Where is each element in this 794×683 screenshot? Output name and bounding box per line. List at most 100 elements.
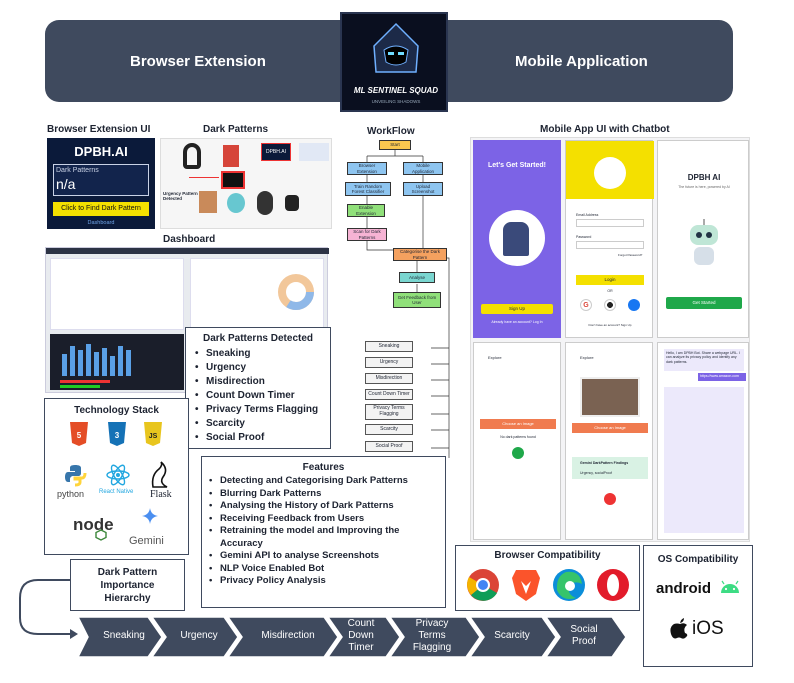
dashboard-topbar [46,248,329,254]
detected-item: Urgency [192,361,330,375]
detected-item: Privacy Terms Flagging [192,403,330,417]
workflow-diagram: Start Browser Extension Mobile Applicati… [337,138,455,474]
dashboard-heading: Dashboard [163,234,216,245]
ios-label: iOS [692,618,724,639]
bot-message: Hello, I am DPBH Bot. Share a webpage UR… [664,349,744,371]
hierarchy-step: Urgency [180,630,218,641]
field-label: Dark Patterns [56,167,99,174]
mic-button-2[interactable] [604,493,616,505]
wf-categorise: Categorise the Dark Pattern [393,248,447,261]
choose-image-button[interactable]: Choose an Image [480,419,556,429]
signup-link[interactable]: Don't have an account? Sign Up [566,323,654,327]
choose-image-button-2[interactable]: Choose an Image [572,423,648,433]
hierarchy-step: Sneaking [103,630,145,641]
apple-icon[interactable] [604,299,616,311]
team-logo: ML SENTINEL SQUAD UNVEILING SHADOWS [340,12,448,112]
headphones-image [183,143,201,169]
login-button[interactable]: Login [576,275,644,285]
os-compat-box: OS Compatibility android iOS [643,545,753,667]
extension-popup: DPBH.AI Dark Patterns n/a Click to Find … [47,138,155,229]
browser-extension-heading: Browser Extension [130,53,266,70]
dark-patterns-heading: Dark Patterns [203,124,269,135]
dashboard-link[interactable]: Dashboard [47,220,155,226]
chrome-icon [467,569,499,601]
legend-green [60,385,100,388]
svg-text:3: 3 [115,431,120,440]
html5-icon: 5 [70,422,88,446]
react-native-icon [106,464,130,486]
opera-icon [597,569,629,601]
facebook-icon[interactable] [628,299,640,311]
app-title: DPBH AI [687,173,721,182]
detected-item: Social Proof [192,431,330,445]
features-box: Features Detecting and Categorising Dark… [201,456,446,608]
gemini-label: Gemini [129,535,164,547]
wf-output: Sneaking [365,341,413,352]
login-link[interactable]: Already have an account? Log In [473,320,561,324]
forgot-link[interactable]: Forgot Password? [618,253,642,257]
feature-item: Privacy Policy Analysis [206,575,441,588]
password-input[interactable] [576,241,644,249]
svg-text:5: 5 [77,431,82,440]
highlighted-pattern [221,171,245,189]
flask-label: Flask [150,489,172,500]
react-native-label: React Native [99,489,134,495]
css3-icon: 3 [108,422,126,446]
python-icon [65,465,87,487]
ext-ui-heading: Browser Extension UI [47,124,151,135]
browser-compat-box: Browser Compatibility [455,545,640,611]
bar-chart [62,344,131,376]
popup-logo: DPBH.AI [261,143,291,161]
password-label: Password [576,235,592,239]
logo-subtitle: UNVEILING SHADOWS [371,99,421,104]
email-input[interactable] [576,219,644,227]
signup-button[interactable]: Sign Up [481,304,553,314]
mobile-screens: Let's Get Started! Sign Up Already have … [470,137,750,542]
urgency-callout: Urgency Pattern Detected [163,191,198,202]
detected-list: Sneaking Urgency Misdirection Count Down… [192,347,330,445]
google-icon[interactable]: G [580,299,592,311]
legend-red [60,380,110,383]
signup-screen: Let's Get Started! Sign Up Already have … [473,140,561,338]
login-screen: Email Address Password Forgot Password? … [565,140,654,338]
get-started-button[interactable]: Get Started [666,297,742,309]
explore-title-2: Explore [580,355,594,360]
python-label: python [57,489,85,499]
tech-stack-heading: Technology Stack [74,405,159,416]
findings-title: Gemini DarkPattern Findings [580,461,629,465]
mobile-ui-heading: Mobile App UI with Chatbot [540,124,670,135]
detected-item: Scarcity [192,417,330,431]
detected-item: Sneaking [192,347,330,361]
or-divider: OR [607,289,613,293]
chatbot-welcome-screen: DPBH AI The future is here, powered by A… [657,140,749,338]
detected-item: Count Down Timer [192,389,330,403]
hierarchy-step: Social Proof [570,624,598,647]
find-dark-pattern-button[interactable]: Click to Find Dark Pattern [53,202,149,216]
logo-title: ML SENTINEL SQUAD [353,86,439,95]
dark-patterns-screenshot: Urgency Pattern Detected DPBH.AI [160,138,332,229]
wf-analyse: Analyse [399,272,435,283]
edge-icon [553,569,585,601]
no-patterns-text: No dark patterns found [500,435,536,439]
email-label: Email Address [576,213,599,217]
svg-text:JS: JS [149,433,158,440]
mic-button[interactable] [512,447,524,459]
extension-title: DPBH.AI [74,144,128,159]
javascript-icon: JS [144,422,162,446]
screenshot-preview [580,377,640,417]
apple-logo-icon [670,618,688,639]
findings-screen: Explore Choose an Image Gemini DarkPatte… [565,342,653,540]
wf-output: Privacy Terms Flagging [365,404,413,420]
hierarchy-step: Privacy Terms Flagging [412,618,452,653]
feature-item: Receiving Feedback from Users [206,513,441,526]
hierarchy-step: Count Down Timer [347,618,375,653]
popup-panel [299,143,329,161]
wf-output: Scarcity [365,424,413,435]
wf-feedback: Get Feedback from User [393,292,441,308]
feature-item: Blurring Dark Patterns [206,488,441,501]
wf-output: Misdirection [365,373,413,384]
wf-train: Train Random Forest Classifier [345,182,391,196]
login-avatar [594,157,626,189]
importance-heading: Dark Pattern Importance Hierarchy [97,567,158,604]
feature-item: NLP Voice Enabled Bot [206,563,441,576]
